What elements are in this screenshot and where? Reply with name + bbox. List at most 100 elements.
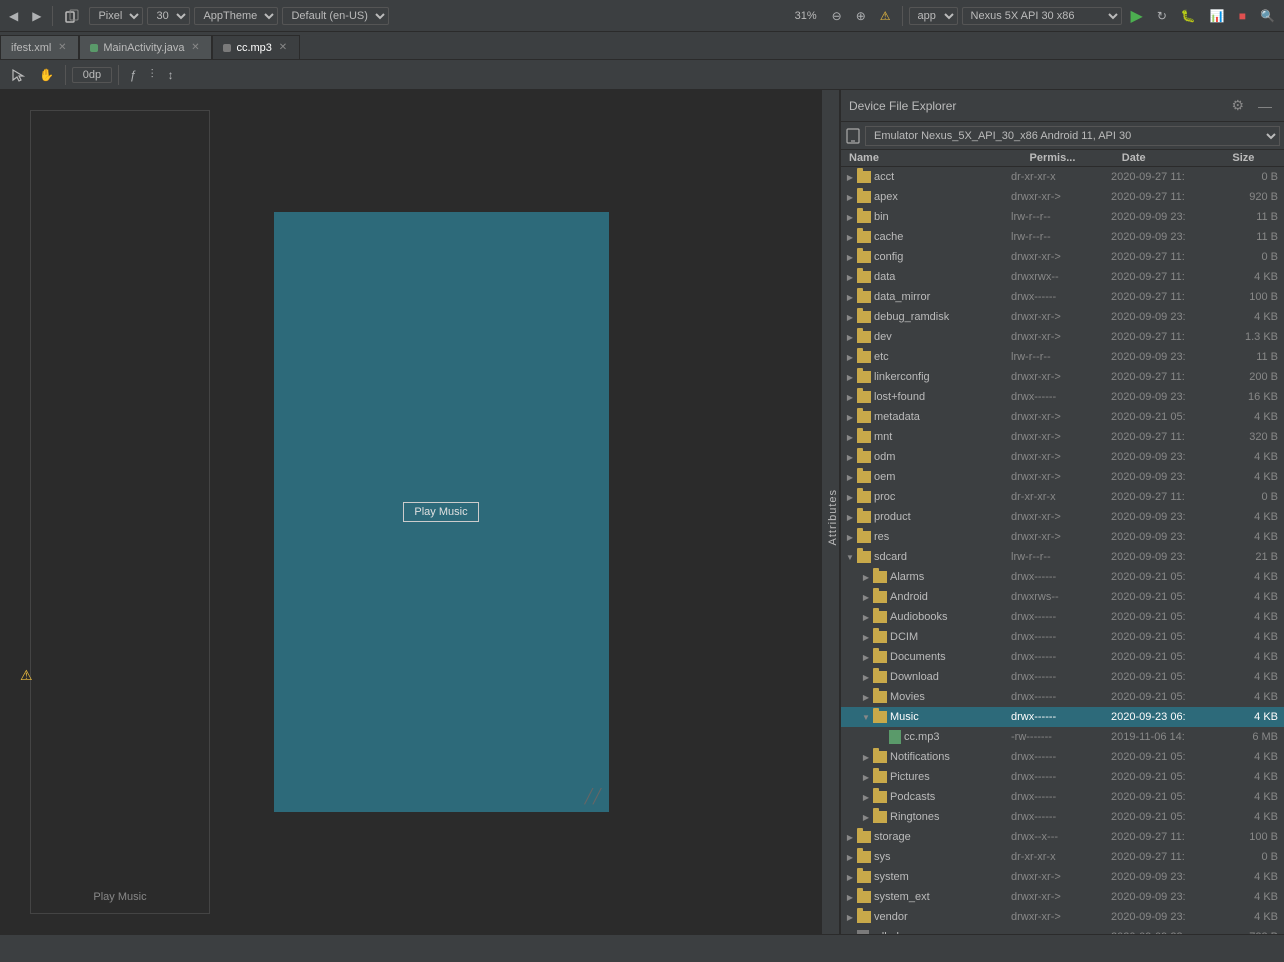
api-level-select[interactable]: 30 bbox=[147, 7, 190, 25]
tab-ccmp3[interactable]: cc.mp3 ✕ bbox=[212, 35, 299, 59]
profile-button[interactable]: 📊 bbox=[1205, 7, 1230, 25]
emulator-icon bbox=[845, 128, 861, 144]
attributes-sidebar[interactable]: Attributes bbox=[822, 90, 840, 934]
tree-row[interactable]: ▶ oem drwxr-xr-> 2020-09-09 23: 4 KB bbox=[841, 467, 1284, 487]
tree-row[interactable]: ▶ system_ext drwxr-xr-> 2020-09-09 23: 4… bbox=[841, 887, 1284, 907]
tree-row[interactable]: ▶ Android drwxrws-- 2020-09-21 05: 4 KB bbox=[841, 587, 1284, 607]
tree-row[interactable]: ▶ sys dr-xr-xr-x 2020-09-27 11: 0 B bbox=[841, 847, 1284, 867]
tree-row[interactable]: ▶ Alarms drwx------ 2020-09-21 05: 4 KB bbox=[841, 567, 1284, 587]
layout-toggle-button[interactable]: ↕ bbox=[163, 66, 179, 84]
item-size: 4 KB bbox=[1227, 531, 1282, 543]
search-button[interactable]: 🔍 bbox=[1255, 7, 1280, 25]
tree-row[interactable]: ▶ config drwxr-xr-> 2020-09-27 11: 0 B bbox=[841, 247, 1284, 267]
tree-row[interactable]: ▶ data_mirror drwx------ 2020-09-27 11: … bbox=[841, 287, 1284, 307]
pixel-select[interactable]: Pixel bbox=[89, 7, 143, 25]
pan-mode-button[interactable]: ✋ bbox=[34, 66, 59, 84]
device-select[interactable]: Nexus 5X API 30 x86 bbox=[962, 7, 1122, 25]
tree-row[interactable]: ▶ storage drwx--x--- 2020-09-27 11: 100 … bbox=[841, 827, 1284, 847]
item-perms: drwxr-xr-> bbox=[1007, 511, 1107, 523]
item-date: 2020-09-27 11: bbox=[1107, 831, 1227, 843]
tree-arrow: ▶ bbox=[843, 430, 857, 444]
back-button[interactable]: ◀ bbox=[4, 7, 23, 25]
item-date: 2020-09-21 05: bbox=[1107, 651, 1227, 663]
tree-row[interactable]: ▶ acct dr-xr-xr-x 2020-09-27 11: 0 B bbox=[841, 167, 1284, 187]
view-options-button[interactable]: ⫶ bbox=[146, 65, 159, 84]
tree-row[interactable]: ▶ Pictures drwx------ 2020-09-21 05: 4 K… bbox=[841, 767, 1284, 787]
tree-row[interactable]: ▶ Podcasts drwx------ 2020-09-21 05: 4 K… bbox=[841, 787, 1284, 807]
tree-row[interactable]: ▶ proc dr-xr-xr-x 2020-09-27 11: 0 B bbox=[841, 487, 1284, 507]
col-size-header: Size bbox=[1228, 152, 1284, 164]
sep4 bbox=[118, 65, 119, 85]
refresh-button[interactable]: ↻ bbox=[1152, 7, 1172, 25]
tab-manifest-close[interactable]: ✕ bbox=[56, 42, 68, 54]
item-date: 2020-09-09 23: bbox=[1107, 911, 1227, 923]
tree-row[interactable]: ▶ linkerconfig drwxr-xr-> 2020-09-27 11:… bbox=[841, 367, 1284, 387]
item-name: proc bbox=[874, 491, 1007, 503]
tree-arrow: ▶ bbox=[843, 470, 857, 484]
tree-row[interactable]: ▶ data drwxrwx-- 2020-09-27 11: 4 KB bbox=[841, 267, 1284, 287]
locale-select[interactable]: Default (en-US) bbox=[282, 7, 389, 25]
tree-row[interactable]: ▶ odm drwxr-xr-> 2020-09-09 23: 4 KB bbox=[841, 447, 1284, 467]
item-size: 100 B bbox=[1227, 831, 1282, 843]
tree-row[interactable]: ▶ DCIM drwx------ 2020-09-21 05: 4 KB bbox=[841, 627, 1284, 647]
resize-handle[interactable]: ╱╱ bbox=[585, 788, 605, 808]
tree-row[interactable]: ▼ sdcard lrw-r--r-- 2020-09-09 23: 21 B bbox=[841, 547, 1284, 567]
dfe-settings-button[interactable]: ⚙ bbox=[1227, 95, 1248, 116]
tree-row[interactable]: adb_keys -rw-r--r-- 2020-09-09 23: 723 B bbox=[841, 927, 1284, 934]
run-button[interactable]: ▶ bbox=[1126, 4, 1148, 28]
zoom-out-button[interactable]: ⊖ bbox=[827, 7, 847, 25]
tree-row[interactable]: ▶ Movies drwx------ 2020-09-21 05: 4 KB bbox=[841, 687, 1284, 707]
item-size: 4 KB bbox=[1227, 451, 1282, 463]
tree-row[interactable]: ▶ Ringtones drwx------ 2020-09-21 05: 4 … bbox=[841, 807, 1284, 827]
tree-row[interactable]: ▶ system drwxr-xr-> 2020-09-09 23: 4 KB bbox=[841, 867, 1284, 887]
zoom-in-button[interactable]: ⊕ bbox=[851, 7, 871, 25]
tree-row[interactable]: ▶ lost+found drwx------ 2020-09-09 23: 1… bbox=[841, 387, 1284, 407]
tree-row[interactable]: ▶ apex drwxr-xr-> 2020-09-27 11: 920 B bbox=[841, 187, 1284, 207]
dfe-close-button[interactable]: — bbox=[1254, 96, 1276, 116]
theme-select[interactable]: AppTheme bbox=[194, 7, 278, 25]
tree-row[interactable]: ▶ cache lrw-r--r-- 2020-09-09 23: 11 B bbox=[841, 227, 1284, 247]
tree-row[interactable]: ▶ Documents drwx------ 2020-09-21 05: 4 … bbox=[841, 647, 1284, 667]
forward-button[interactable]: ▶ bbox=[27, 7, 46, 25]
orientation-button[interactable] bbox=[59, 6, 85, 26]
dp-input[interactable] bbox=[72, 67, 112, 83]
tree-row[interactable]: ▶ dev drwxr-xr-> 2020-09-27 11: 1.3 KB bbox=[841, 327, 1284, 347]
tree-row[interactable]: ▼ Music drwx------ 2020-09-23 06: 4 KB bbox=[841, 707, 1284, 727]
item-date: 2020-09-09 23: bbox=[1107, 311, 1227, 323]
tree-row[interactable]: ▶ mnt drwxr-xr-> 2020-09-27 11: 320 B bbox=[841, 427, 1284, 447]
play-music-button[interactable]: Play Music bbox=[403, 502, 478, 522]
warning-button[interactable]: ⚠ bbox=[875, 7, 896, 25]
item-size: 11 B bbox=[1227, 211, 1282, 223]
tree-row[interactable]: ▶ product drwxr-xr-> 2020-09-09 23: 4 KB bbox=[841, 507, 1284, 527]
device-file-explorer: Device File Explorer ⚙ — Emulator Nexus_… bbox=[840, 90, 1284, 934]
select-mode-button[interactable] bbox=[6, 66, 30, 84]
item-name: Pictures bbox=[890, 771, 1007, 783]
tree-row[interactable]: ▶ Audiobooks drwx------ 2020-09-21 05: 4… bbox=[841, 607, 1284, 627]
dfe-tree[interactable]: ▶ acct dr-xr-xr-x 2020-09-27 11: 0 B ▶ a… bbox=[841, 167, 1284, 934]
tree-row[interactable]: ▶ bin lrw-r--r-- 2020-09-09 23: 11 B bbox=[841, 207, 1284, 227]
function-button[interactable]: ƒ bbox=[125, 66, 142, 84]
tab-ccmp3-close[interactable]: ✕ bbox=[277, 42, 289, 54]
tree-row[interactable]: cc.mp3 -rw------- 2019-11-06 14: 6 MB bbox=[841, 727, 1284, 747]
item-perms: dr-xr-xr-x bbox=[1007, 851, 1107, 863]
tab-mainactivity-close[interactable]: ✕ bbox=[189, 42, 201, 54]
tree-row[interactable]: ▶ etc lrw-r--r-- 2020-09-09 23: 11 B bbox=[841, 347, 1284, 367]
tree-row[interactable]: ▶ Download drwx------ 2020-09-21 05: 4 K… bbox=[841, 667, 1284, 687]
item-perms: drwxr-xr-> bbox=[1007, 891, 1107, 903]
stop-button[interactable]: ■ bbox=[1234, 7, 1251, 25]
emulator-select[interactable]: Emulator Nexus_5X_API_30_x86 Android 11,… bbox=[865, 126, 1280, 146]
item-perms: drwxr-xr-> bbox=[1007, 911, 1107, 923]
tree-row[interactable]: ▶ Notifications drwx------ 2020-09-21 05… bbox=[841, 747, 1284, 767]
item-name: bin bbox=[874, 211, 1007, 223]
item-perms: lrw-r--r-- bbox=[1007, 211, 1107, 223]
tab-manifest[interactable]: ifest.xml ✕ bbox=[0, 35, 79, 59]
folder-icon bbox=[857, 451, 871, 463]
tab-mainactivity[interactable]: MainActivity.java ✕ bbox=[79, 35, 212, 59]
debug-button[interactable]: 🐛 bbox=[1176, 7, 1201, 25]
item-size: 21 B bbox=[1227, 551, 1282, 563]
tree-row[interactable]: ▶ debug_ramdisk drwxr-xr-> 2020-09-09 23… bbox=[841, 307, 1284, 327]
tree-row[interactable]: ▶ vendor drwxr-xr-> 2020-09-09 23: 4 KB bbox=[841, 907, 1284, 927]
tree-row[interactable]: ▶ res drwxr-xr-> 2020-09-09 23: 4 KB bbox=[841, 527, 1284, 547]
tree-row[interactable]: ▶ metadata drwxr-xr-> 2020-09-21 05: 4 K… bbox=[841, 407, 1284, 427]
app-select[interactable]: app bbox=[909, 7, 958, 25]
